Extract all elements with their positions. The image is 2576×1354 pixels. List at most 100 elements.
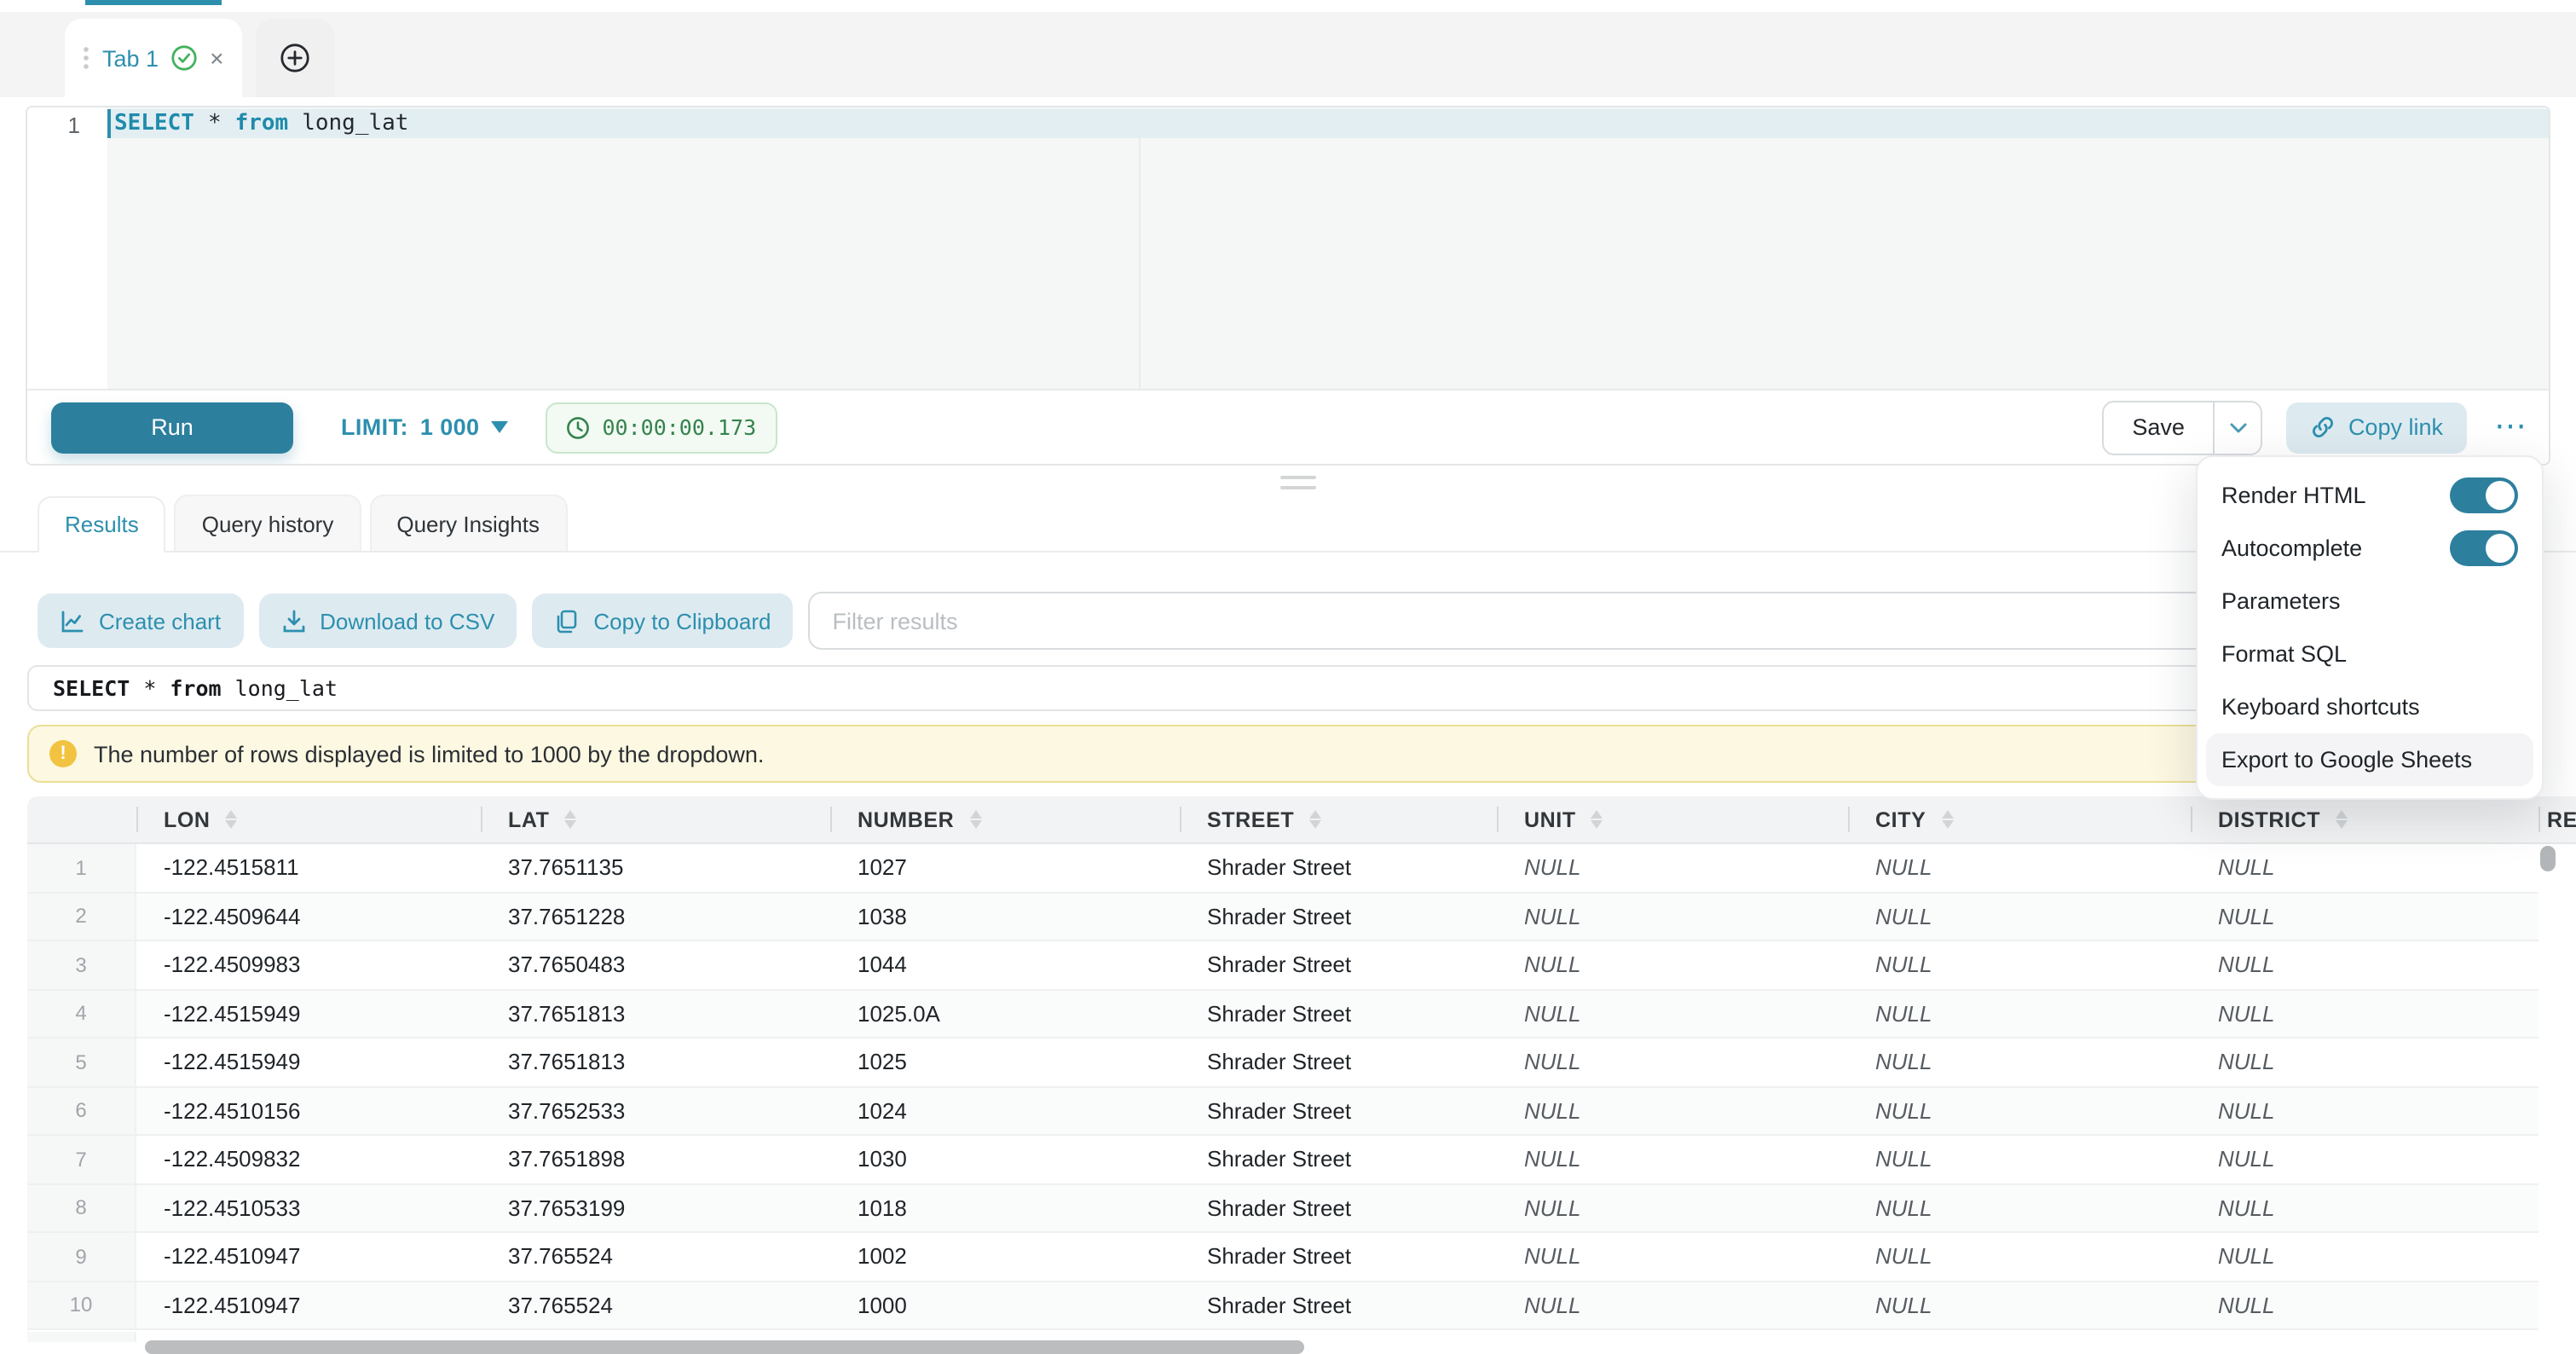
tab-results[interactable]: Results (38, 496, 166, 553)
table-cell[interactable]: 1002 (830, 1233, 1180, 1280)
table-cell[interactable]: Shrader Street (1180, 1087, 1497, 1134)
table-cell[interactable]: Shrader Street (1180, 1282, 1497, 1328)
table-row[interactable]: 8-122.451053337.76531991018Shrader Stree… (27, 1184, 2538, 1233)
table-cell[interactable]: -122.4509983 (136, 941, 481, 988)
download-csv-button[interactable]: Download to CSV (258, 593, 517, 648)
table-cell[interactable]: -122.4509832 (136, 1136, 481, 1183)
table-cell[interactable]: NULL (1848, 1233, 2191, 1280)
table-cell[interactable]: NULL (1848, 1136, 2191, 1183)
limit-dropdown[interactable]: LIMIT: 1 000 (341, 414, 509, 440)
table-cell[interactable]: 37.7653199 (481, 1184, 830, 1231)
table-cell[interactable]: NULL (1497, 941, 1848, 988)
close-tab-icon[interactable]: × (210, 46, 223, 70)
editor-code-area[interactable]: SELECT * from long_lat (107, 107, 2549, 391)
table-cell[interactable]: NULL (1848, 1184, 2191, 1231)
table-cell[interactable]: NULL (1497, 1184, 1848, 1231)
column-header-re[interactable]: RE (2538, 796, 2576, 842)
table-cell[interactable]: -122.4509644 (136, 893, 481, 940)
table-cell[interactable]: 37.7651813 (481, 990, 830, 1037)
table-row[interactable]: 1-122.451581137.76511351027Shrader Stree… (27, 844, 2538, 893)
table-row[interactable]: 7-122.450983237.76518981030Shrader Stree… (27, 1136, 2538, 1184)
table-row[interactable]: 4-122.451594937.76518131025.0AShrader St… (27, 990, 2538, 1039)
sort-icon[interactable] (1309, 810, 1321, 829)
table-cell[interactable]: 37.7652533 (481, 1087, 830, 1134)
table-cell[interactable]: -122.4510947 (136, 1233, 481, 1280)
table-cell[interactable]: NULL (1848, 1282, 2191, 1328)
table-cell[interactable]: NULL (1497, 1282, 1848, 1328)
table-cell[interactable]: NULL (1497, 893, 1848, 940)
table-cell[interactable]: 1030 (830, 1136, 1180, 1183)
table-cell[interactable]: 37.7651228 (481, 893, 830, 940)
table-cell[interactable]: 1018 (830, 1184, 1180, 1231)
table-cell[interactable]: Shrader Street (1180, 941, 1497, 988)
table-cell[interactable]: -122.4515949 (136, 1039, 481, 1085)
autocomplete-toggle[interactable] (2450, 530, 2518, 566)
table-cell[interactable]: 1025 (830, 1039, 1180, 1085)
table-row[interactable]: 5-122.451594937.76518131025Shrader Stree… (27, 1039, 2538, 1087)
menu-item-render-html[interactable]: Render HTML (2206, 469, 2533, 522)
panel-resize-handle[interactable] (1280, 476, 1316, 496)
table-cell[interactable]: NULL (1848, 990, 2191, 1037)
new-tab-button[interactable] (256, 19, 334, 97)
table-cell[interactable]: NULL (2191, 1184, 2538, 1231)
table-cell[interactable]: 1044 (830, 941, 1180, 988)
tab-query-insights[interactable]: Query Insights (369, 495, 567, 551)
render-html-toggle[interactable] (2450, 477, 2518, 513)
table-cell[interactable]: NULL (1848, 1331, 2191, 1341)
table-cell[interactable]: NULL (2191, 1282, 2538, 1328)
table-cell[interactable]: Shrader Street (1180, 1039, 1497, 1085)
table-cell[interactable]: NULL (2191, 1331, 2538, 1341)
menu-item-export-google-sheets[interactable]: Export to Google Sheets (2206, 733, 2533, 786)
table-cell[interactable]: NULL (2191, 941, 2538, 988)
table-row[interactable]: 9-122.451094737.7655241002Shrader Street… (27, 1233, 2538, 1282)
table-cell[interactable]: 37.765524 (481, 1233, 830, 1280)
horizontal-scrollbar-thumb[interactable] (145, 1340, 1304, 1354)
table-cell[interactable]: 1000 (830, 1282, 1180, 1328)
table-cell[interactable]: NULL (2191, 893, 2538, 940)
table-row[interactable]: 3-122.450998337.76504831044Shrader Stree… (27, 941, 2538, 990)
table-cell[interactable]: -122.4515949 (136, 990, 481, 1037)
table-cell[interactable]: NULL (1497, 1039, 1848, 1085)
table-cell[interactable]: NULL (1497, 990, 1848, 1037)
table-cell[interactable]: -122.4515811 (136, 844, 481, 891)
table-cell[interactable]: Shrader Street (1180, 1184, 1497, 1231)
column-header-unit[interactable]: UNIT (1497, 796, 1848, 842)
copy-clipboard-button[interactable]: Copy to Clipboard (532, 593, 793, 648)
table-cell[interactable]: 37.765524 (481, 1282, 830, 1328)
table-cell[interactable]: 1038 (830, 893, 1180, 940)
sort-icon[interactable] (565, 810, 577, 829)
table-cell[interactable]: 37.7651135 (481, 844, 830, 891)
table-cell[interactable]: NULL (1497, 844, 1848, 891)
table-cell[interactable]: NULL (1497, 1136, 1848, 1183)
table-cell[interactable]: Shrader Street (1180, 1233, 1497, 1280)
sort-icon[interactable] (1941, 810, 1953, 829)
tab-query-history[interactable]: Query history (175, 495, 361, 551)
table-cell[interactable]: NULL (2191, 1233, 2538, 1280)
column-header-lon[interactable]: LON (136, 796, 481, 842)
tab-query-1[interactable]: Tab 1 × (65, 19, 242, 97)
save-button[interactable]: Save (2103, 402, 2214, 453)
table-cell[interactable]: -122.4510156 (136, 1087, 481, 1134)
table-cell[interactable]: NULL (2191, 844, 2538, 891)
table-cell[interactable]: NULL (2191, 990, 2538, 1037)
more-options-button[interactable]: ⋯ (2494, 411, 2528, 443)
table-cell[interactable]: -122.4510947 (136, 1282, 481, 1328)
table-cell[interactable]: -122.4510533 (136, 1184, 481, 1231)
table-cell[interactable]: NULL (1497, 1087, 1848, 1134)
column-header-city[interactable]: CITY (1848, 796, 2191, 842)
sort-icon[interactable] (1591, 810, 1603, 829)
table-cell[interactable]: NULL (1848, 1039, 2191, 1085)
table-cell[interactable]: NULL (1497, 1233, 1848, 1280)
table-cell[interactable]: Shrader Street (1180, 844, 1497, 891)
column-header-street[interactable]: STREET (1180, 796, 1497, 842)
column-header-lat[interactable]: LAT (481, 796, 830, 842)
editor-active-line[interactable]: SELECT * from long_lat (107, 109, 2549, 138)
table-cell[interactable]: 37.7650483 (481, 941, 830, 988)
table-cell[interactable]: NULL (1848, 844, 2191, 891)
table-cell[interactable]: NULL (1848, 893, 2191, 940)
table-cell[interactable]: Shrader Street (1180, 893, 1497, 940)
table-row[interactable]: 10-122.451094737.7655241000Shrader Stree… (27, 1282, 2538, 1330)
column-header-district[interactable]: DISTRICT (2191, 796, 2538, 842)
vertical-scrollbar-thumb[interactable] (2540, 846, 2556, 871)
table-cell[interactable]: NULL (2191, 1039, 2538, 1085)
